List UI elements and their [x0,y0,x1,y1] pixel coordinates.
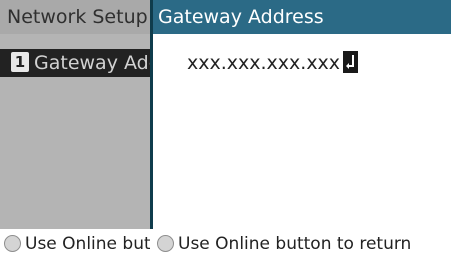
dialog-footer: Use Online button to return [157,229,411,260]
background-screen: Network Setup 1Gateway Address Use Onlin… [0,0,155,260]
dialog-title: Gateway Address [153,0,451,34]
gateway-address-value: xxx.xxx.xxx.xxx [187,52,341,74]
enter-return-icon[interactable] [343,51,359,73]
dialog-footer-text: Use Online button to return [178,234,412,254]
online-button-icon [157,235,174,252]
background-footer: Use Online button to return [0,229,155,260]
background-screen-title: Network Setup [0,0,155,34]
gateway-address-field[interactable]: xxx.xxx.xxx.xxx [187,49,359,77]
dialog-left-border [150,0,153,229]
menu-item-label: Gateway Address [34,52,155,74]
background-footer-text: Use Online button to return [25,234,155,254]
menu-item-gateway-address[interactable]: 1Gateway Address [0,49,155,77]
online-button-icon [4,235,21,252]
menu-item-number: 1 [11,52,29,72]
gateway-address-dialog [150,0,451,260]
